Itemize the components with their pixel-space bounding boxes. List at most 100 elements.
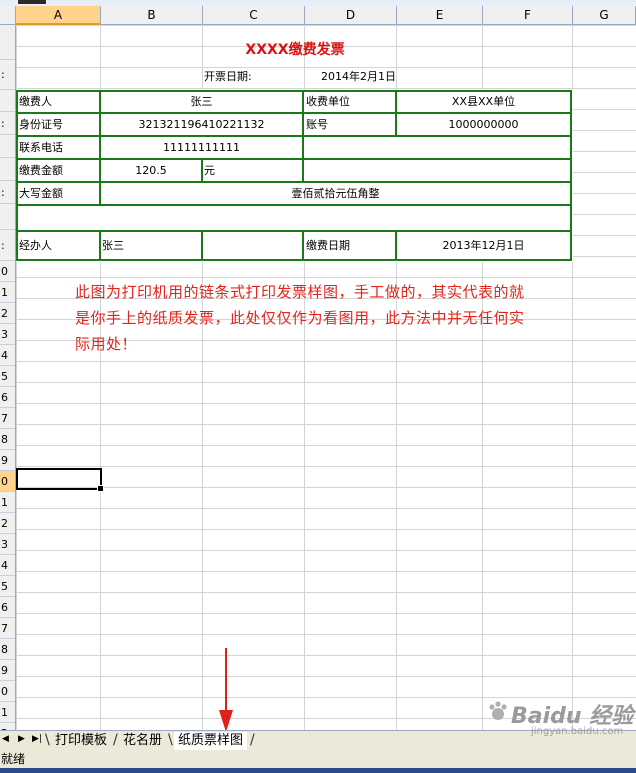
pay-date-label-cell[interactable]: 缴费日期 xyxy=(302,230,397,261)
baidu-watermark: Baidu 经验 jingyan.baidu.com xyxy=(487,696,635,744)
account-label-cell[interactable]: 账号 xyxy=(302,112,397,137)
handler-empty-cell[interactable] xyxy=(201,230,304,261)
last-sheet-button[interactable]: ▶| xyxy=(32,734,42,744)
row-header[interactable]: : xyxy=(0,60,15,90)
capital-value: 壹佰贰拾元伍角整 xyxy=(291,187,380,200)
row-header[interactable]: 3 xyxy=(0,324,15,345)
row-header[interactable] xyxy=(0,204,15,230)
id-label-cell[interactable]: 身份证号 xyxy=(16,112,101,137)
phone-label-cell[interactable]: 联系电话 xyxy=(16,135,101,160)
issue-date-label: 开票日期: xyxy=(204,70,252,83)
handler-label-cell[interactable]: 经办人 xyxy=(16,230,101,261)
row-header[interactable]: 6 xyxy=(0,387,15,408)
row-header[interactable]: 9 xyxy=(0,660,15,681)
row-header[interactable]: 8 xyxy=(0,429,15,450)
id-value-cell[interactable]: 321321196410221132 xyxy=(99,112,304,137)
note-line: 是你手上的纸质发票，此处仅仅作为看图用，此方法中并无任何实 xyxy=(75,309,525,327)
row-header[interactable] xyxy=(0,90,15,112)
empty-merged-cell[interactable] xyxy=(302,135,572,160)
column-header-e[interactable]: E xyxy=(397,6,483,25)
row-header[interactable] xyxy=(0,158,15,181)
payee-value: XX县XX单位 xyxy=(451,95,516,108)
handler-value: 张三 xyxy=(102,239,124,252)
row-header[interactable]: : xyxy=(0,230,15,261)
capital-value-cell[interactable]: 壹佰贰拾元伍角整 xyxy=(99,181,572,206)
amount-unit-cell[interactable]: 元 xyxy=(201,158,304,183)
column-header-d[interactable]: D xyxy=(305,6,397,25)
active-cell[interactable] xyxy=(16,468,104,492)
pay-date-value-cell[interactable]: 2013年12月1日 xyxy=(395,230,572,261)
handler-value-cell[interactable]: 张三 xyxy=(99,230,203,261)
spreadsheet-window: ABCDEFG ::::0123456789012345678901234 XX… xyxy=(0,0,636,773)
status-text: 就绪 xyxy=(1,752,26,766)
worksheet-grid[interactable]: XXXX缴费发票 开票日期: 2014年2月1日 缴费人 张三 收费单位 XX县… xyxy=(16,25,636,730)
first-sheet-button[interactable]: ◀ xyxy=(2,734,9,744)
phone-value-cell[interactable]: 11111111111 xyxy=(99,135,304,160)
payer-label: 缴费人 xyxy=(19,95,52,108)
blank-row-cell[interactable] xyxy=(16,204,572,232)
row-header[interactable]: 7 xyxy=(0,618,15,639)
account-value: 1000000000 xyxy=(448,118,519,131)
column-header-a[interactable]: A xyxy=(16,6,101,25)
tab-roster[interactable]: 花名册 xyxy=(119,732,166,750)
row-header[interactable]: 8 xyxy=(0,639,15,660)
note-line: 际用处！ xyxy=(75,335,138,353)
payer-label-cell[interactable]: 缴费人 xyxy=(16,90,101,114)
row-header[interactable]: 4 xyxy=(0,345,15,366)
row-header[interactable]: 1 xyxy=(0,282,15,303)
invoice-title: XXXX缴费发票 xyxy=(245,42,345,58)
payee-value-cell[interactable]: XX县XX单位 xyxy=(395,90,572,114)
column-header-g[interactable]: G xyxy=(573,6,636,25)
row-header[interactable]: : xyxy=(0,181,15,204)
row-header[interactable] xyxy=(0,135,15,158)
row-header[interactable]: 5 xyxy=(0,366,15,387)
payee-label-cell[interactable]: 收费单位 xyxy=(302,90,397,114)
sample-note: 此图为打印机用的链条式打印发票样图，手工做的，其实代表的就 是你手上的纸质发票，… xyxy=(75,279,635,357)
column-header-b[interactable]: B xyxy=(101,6,203,25)
row-header[interactable]: : xyxy=(0,112,15,135)
account-value-cell[interactable]: 1000000000 xyxy=(395,112,572,137)
row-header[interactable]: 0 xyxy=(0,681,15,702)
column-header-c[interactable]: C xyxy=(203,6,305,25)
note-line: 此图为打印机用的链条式打印发票样图，手工做的，其实代表的就 xyxy=(75,283,525,301)
watermark-url: jingyan.baidu.com xyxy=(531,726,624,737)
row-header[interactable]: 3 xyxy=(0,534,15,555)
paw-logo-icon xyxy=(489,701,507,720)
row-header[interactable]: 6 xyxy=(0,597,15,618)
tab-paper-invoice-sample[interactable]: 纸质票样图 xyxy=(174,732,248,750)
row-header[interactable]: 0 xyxy=(0,471,15,492)
handler-label: 经办人 xyxy=(19,239,52,252)
row-header[interactable]: 2 xyxy=(0,513,15,534)
capital-label-cell[interactable]: 大写金额 xyxy=(16,181,101,206)
phone-label: 联系电话 xyxy=(19,141,63,154)
tab-separator: / xyxy=(250,732,255,748)
select-all-corner[interactable] xyxy=(0,6,16,25)
row-header[interactable]: 1 xyxy=(0,492,15,513)
row-header[interactable] xyxy=(0,25,15,60)
row-header[interactable]: 0 xyxy=(0,261,15,282)
fill-handle[interactable] xyxy=(97,485,104,492)
row-header[interactable]: 4 xyxy=(0,555,15,576)
payer-value-cell[interactable]: 张三 xyxy=(99,90,304,114)
row-header[interactable]: 1 xyxy=(0,702,15,723)
issue-date-value: 2014年2月1日 xyxy=(321,70,396,83)
payee-label: 收费单位 xyxy=(306,95,350,108)
row-header[interactable]: 9 xyxy=(0,450,15,471)
row-header[interactable]: 2 xyxy=(0,723,15,730)
tab-separator: \ xyxy=(45,732,50,748)
taskbar xyxy=(0,768,636,773)
row-header[interactable]: 2 xyxy=(0,303,15,324)
column-header-f[interactable]: F xyxy=(483,6,573,25)
tab-print-template[interactable]: 打印模板 xyxy=(51,732,111,750)
row-header[interactable]: 5 xyxy=(0,576,15,597)
empty-merged-cell-2[interactable] xyxy=(302,158,572,183)
payer-value: 张三 xyxy=(190,95,213,108)
tab-separator: \ xyxy=(168,732,173,748)
row-header[interactable]: 7 xyxy=(0,408,15,429)
amount-value-cell[interactable]: 120.5 xyxy=(99,158,203,183)
phone-value: 11111111111 xyxy=(163,141,240,154)
amount-label-cell[interactable]: 缴费金额 xyxy=(16,158,101,183)
pay-date-label: 缴费日期 xyxy=(306,239,350,252)
next-sheet-button[interactable]: ▶ xyxy=(18,734,25,744)
pay-date-value: 2013年12月1日 xyxy=(442,239,525,252)
